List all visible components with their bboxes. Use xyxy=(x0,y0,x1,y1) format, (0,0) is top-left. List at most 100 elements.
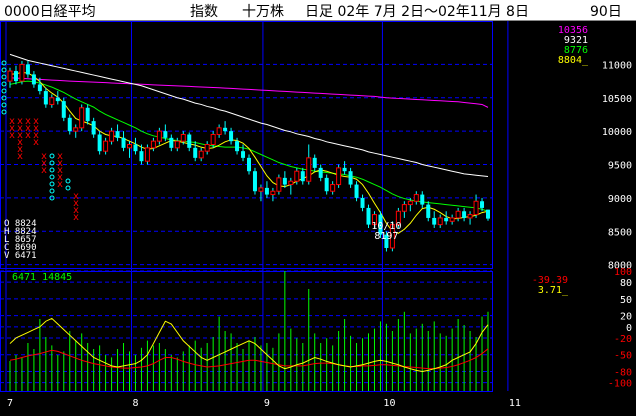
candle-body-down xyxy=(37,84,42,92)
pf-o-mark xyxy=(49,167,55,173)
price-tick-label: 9000 xyxy=(608,194,632,205)
candle-body-up xyxy=(473,200,479,216)
candle-body-up xyxy=(449,217,455,222)
price-tick-label: 11000 xyxy=(602,60,632,71)
candle-body-down xyxy=(121,137,126,148)
candle-body-down xyxy=(312,157,317,168)
candle-body-down xyxy=(300,171,305,182)
candle-body-down xyxy=(187,134,192,148)
pf-o-mark xyxy=(65,178,71,184)
candle-body-up xyxy=(19,63,25,82)
price-tick-label: 8500 xyxy=(608,227,632,238)
candle-body-down xyxy=(169,137,174,148)
pf-o-mark xyxy=(49,174,55,180)
ma-longest-line xyxy=(9,77,489,108)
pf-x-mark: x xyxy=(33,137,39,148)
osc-tick-label: 20 xyxy=(620,312,632,323)
candle-body-up xyxy=(270,190,276,196)
candle-body-down xyxy=(486,209,490,219)
pf-o-mark xyxy=(1,67,7,73)
pf-o-mark xyxy=(1,74,7,80)
candle-body-down xyxy=(25,64,30,75)
candle-body-down xyxy=(480,201,485,208)
pf-o-mark xyxy=(49,153,55,159)
candle-body-down xyxy=(163,131,168,138)
pf-x-mark: x xyxy=(9,130,15,141)
candle-body-down xyxy=(444,217,449,222)
candle-body-down xyxy=(193,147,198,158)
candle-body-down xyxy=(235,141,240,152)
pf-o-mark xyxy=(1,60,7,66)
price-tick-label: 10500 xyxy=(602,94,632,105)
candle-body-down xyxy=(342,167,347,172)
osc-legend-value: 3.71_ xyxy=(538,285,569,296)
month-label: 8 xyxy=(132,398,138,409)
month-label: 11 xyxy=(509,398,521,409)
candle-body-up xyxy=(144,147,150,162)
candle-body-up xyxy=(294,170,300,182)
candle-body-down xyxy=(264,187,269,195)
candle-body-down xyxy=(97,134,102,152)
pf-x-mark: x xyxy=(17,151,23,162)
candle-body-down xyxy=(282,177,287,185)
candle-body-up xyxy=(103,140,109,152)
pf-o-mark xyxy=(1,88,7,94)
candle-body-up xyxy=(127,144,132,149)
osc-tick-label: 100 xyxy=(614,267,632,278)
candle-body-up xyxy=(204,144,210,152)
pf-o-mark xyxy=(49,188,55,194)
low-annotation-value: 8197 xyxy=(374,231,398,242)
stock-name: 0000日経平均 xyxy=(4,4,96,20)
candle-body-down xyxy=(67,117,72,132)
candle-body-down xyxy=(13,71,18,82)
candle-body-down xyxy=(432,217,437,225)
candle-body-up xyxy=(150,140,156,149)
chart-period: 日足 02年 7月 2日～02年11月 8日 xyxy=(305,4,529,20)
oscillator-panel-frame xyxy=(0,271,493,392)
pf-x-mark: x xyxy=(73,212,79,223)
candle-body-down xyxy=(229,131,234,142)
volume-unit: 十万株 xyxy=(242,4,284,20)
candle-body-up xyxy=(288,180,294,186)
stock-chart: 8000850090009500100001050011000100805020… xyxy=(0,21,632,409)
pf-o-mark xyxy=(1,81,7,87)
candle-body-down xyxy=(354,184,359,198)
candle-body-up xyxy=(437,217,443,226)
month-label: 9 xyxy=(264,398,270,409)
osc-tick-label: 50 xyxy=(620,295,632,306)
osc-tick-label: 0 xyxy=(626,323,632,334)
candle-body-up xyxy=(7,70,13,82)
month-label: 10 xyxy=(383,398,395,409)
candle-body-down xyxy=(31,74,36,85)
candle-body-down xyxy=(55,97,60,102)
candle-body-up xyxy=(336,167,342,186)
price-tick-label: 10000 xyxy=(602,127,632,138)
month-label: 7 xyxy=(7,398,13,409)
pf-x-mark: x xyxy=(57,179,63,190)
candle-body-down xyxy=(318,167,323,178)
candle-body-up xyxy=(180,133,186,142)
osc-tick-label: -50 xyxy=(614,351,632,362)
candle-body-up xyxy=(407,200,413,206)
pf-x-mark: x xyxy=(41,165,47,176)
candle-body-down xyxy=(139,151,144,162)
osc-tick-label: -80 xyxy=(614,367,632,378)
candle-body-down xyxy=(247,157,251,172)
candle-body-down xyxy=(348,171,353,185)
candle-body-up xyxy=(49,97,55,105)
candle-body-down xyxy=(85,107,90,122)
candle-body-down xyxy=(462,211,467,218)
pf-o-mark xyxy=(49,181,55,187)
candle-body-down xyxy=(420,194,425,205)
volume-info: 6471 14845 xyxy=(12,272,72,283)
ma-legend-value: 8804_ xyxy=(558,55,589,66)
price-tick-label: 9500 xyxy=(608,161,632,172)
candle-body-up xyxy=(79,107,85,129)
osc-tick-label: 80 xyxy=(620,278,632,289)
candle-body-down xyxy=(360,197,365,208)
candle-body-down xyxy=(43,91,48,105)
day-count: 90日 xyxy=(590,4,622,20)
candle-body-down xyxy=(324,177,329,192)
pf-x-mark: x xyxy=(25,130,31,141)
candle-body-up xyxy=(276,177,282,192)
